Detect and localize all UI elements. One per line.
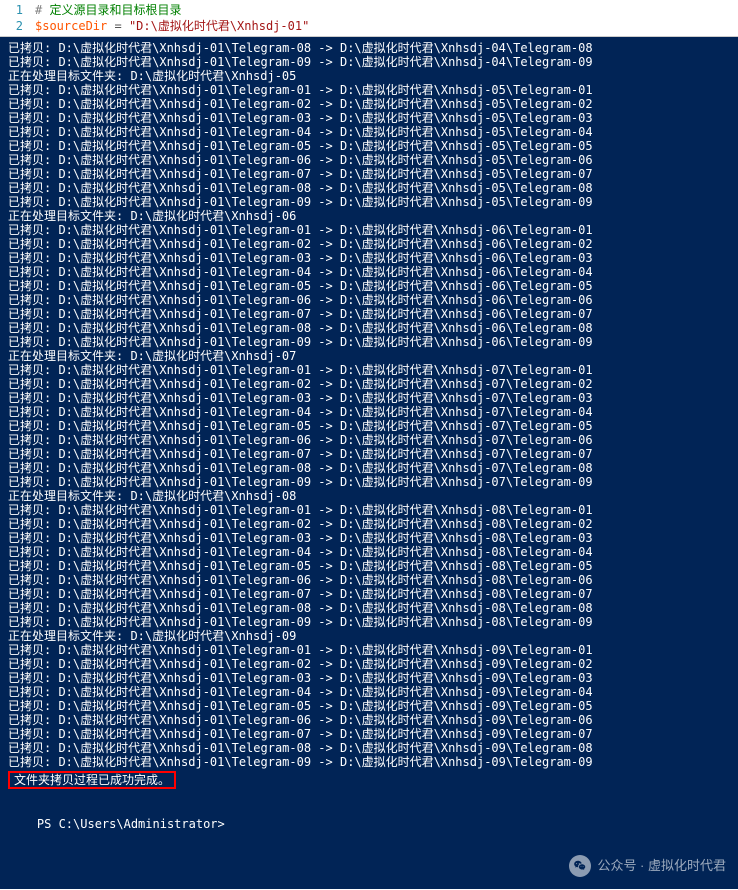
terminal-line: 正在处理目标文件夹: D:\虚拟化时代君\Xnhsdj-09 — [8, 629, 730, 643]
terminal-output-block: 已拷贝: D:\虚拟化时代君\Xnhsdj-01\Telegram-08 -> … — [8, 41, 730, 83]
prompt-line[interactable]: PS C:\Users\Administrator> — [8, 803, 730, 845]
terminal-line: 已拷贝: D:\虚拟化时代君\Xnhsdj-01\Telegram-07 -> … — [8, 307, 730, 321]
terminal-line: 已拷贝: D:\虚拟化时代君\Xnhsdj-01\Telegram-06 -> … — [8, 293, 730, 307]
terminal-line: 已拷贝: D:\虚拟化时代君\Xnhsdj-01\Telegram-05 -> … — [8, 279, 730, 293]
code-editor-pane[interactable]: 1 # 定义源目录和目标根目录 2 $sourceDir = "D:\虚拟化时代… — [0, 0, 738, 37]
watermark: 公众号 · 虚拟化时代君 — [569, 855, 726, 877]
terminal-line: 已拷贝: D:\虚拟化时代君\Xnhsdj-01\Telegram-05 -> … — [8, 419, 730, 433]
terminal-line: 正在处理目标文件夹: D:\虚拟化时代君\Xnhsdj-07 — [8, 349, 730, 363]
code-content: # 定义源目录和目标根目录 — [35, 2, 181, 18]
terminal-line: 已拷贝: D:\虚拟化时代君\Xnhsdj-01\Telegram-02 -> … — [8, 657, 730, 671]
terminal-line: 已拷贝: D:\虚拟化时代君\Xnhsdj-01\Telegram-04 -> … — [8, 685, 730, 699]
terminal-line: 已拷贝: D:\虚拟化时代君\Xnhsdj-01\Telegram-04 -> … — [8, 545, 730, 559]
terminal-line: 已拷贝: D:\虚拟化时代君\Xnhsdj-01\Telegram-06 -> … — [8, 573, 730, 587]
terminal-line: 已拷贝: D:\虚拟化时代君\Xnhsdj-01\Telegram-07 -> … — [8, 587, 730, 601]
terminal-line: 已拷贝: D:\虚拟化时代君\Xnhsdj-01\Telegram-02 -> … — [8, 237, 730, 251]
terminal-line: 已拷贝: D:\虚拟化时代君\Xnhsdj-01\Telegram-03 -> … — [8, 531, 730, 545]
completion-highlight: 文件夹拷贝过程已成功完成。 — [8, 771, 176, 789]
terminal-line: 已拷贝: D:\虚拟化时代君\Xnhsdj-01\Telegram-04 -> … — [8, 265, 730, 279]
terminal-line: 已拷贝: D:\虚拟化时代君\Xnhsdj-01\Telegram-08 -> … — [8, 601, 730, 615]
terminal-line: 已拷贝: D:\虚拟化时代君\Xnhsdj-01\Telegram-09 -> … — [8, 755, 730, 769]
code-line-1[interactable]: 1 # 定义源目录和目标根目录 — [0, 2, 738, 18]
terminal-line: 已拷贝: D:\虚拟化时代君\Xnhsdj-01\Telegram-01 -> … — [8, 503, 730, 517]
terminal-line: 已拷贝: D:\虚拟化时代君\Xnhsdj-01\Telegram-06 -> … — [8, 433, 730, 447]
terminal-line: 已拷贝: D:\虚拟化时代君\Xnhsdj-01\Telegram-05 -> … — [8, 699, 730, 713]
powershell-terminal[interactable]: 已拷贝: D:\虚拟化时代君\Xnhsdj-01\Telegram-08 -> … — [0, 37, 738, 889]
terminal-line: 已拷贝: D:\虚拟化时代君\Xnhsdj-01\Telegram-09 -> … — [8, 615, 730, 629]
terminal-line: 已拷贝: D:\虚拟化时代君\Xnhsdj-01\Telegram-09 -> … — [8, 335, 730, 349]
terminal-line: 已拷贝: D:\虚拟化时代君\Xnhsdj-01\Telegram-02 -> … — [8, 377, 730, 391]
terminal-line: 正在处理目标文件夹: D:\虚拟化时代君\Xnhsdj-06 — [8, 209, 730, 223]
terminal-output-block: 已拷贝: D:\虚拟化时代君\Xnhsdj-01\Telegram-01 -> … — [8, 643, 730, 769]
terminal-line: 已拷贝: D:\虚拟化时代君\Xnhsdj-01\Telegram-09 -> … — [8, 195, 730, 209]
code-content: $sourceDir = "D:\虚拟化时代君\Xnhsdj-01" — [35, 18, 309, 34]
terminal-line: 已拷贝: D:\虚拟化时代君\Xnhsdj-01\Telegram-03 -> … — [8, 671, 730, 685]
terminal-output-block: 已拷贝: D:\虚拟化时代君\Xnhsdj-01\Telegram-01 -> … — [8, 83, 730, 223]
terminal-line: 已拷贝: D:\虚拟化时代君\Xnhsdj-01\Telegram-08 -> … — [8, 461, 730, 475]
terminal-line: 已拷贝: D:\虚拟化时代君\Xnhsdj-01\Telegram-09 -> … — [8, 475, 730, 489]
terminal-output-block: 已拷贝: D:\虚拟化时代君\Xnhsdj-01\Telegram-01 -> … — [8, 503, 730, 643]
terminal-line: 已拷贝: D:\虚拟化时代君\Xnhsdj-01\Telegram-05 -> … — [8, 559, 730, 573]
terminal-line: 正在处理目标文件夹: D:\虚拟化时代君\Xnhsdj-05 — [8, 69, 730, 83]
terminal-line: 已拷贝: D:\虚拟化时代君\Xnhsdj-01\Telegram-01 -> … — [8, 83, 730, 97]
code-line-2[interactable]: 2 $sourceDir = "D:\虚拟化时代君\Xnhsdj-01" — [0, 18, 738, 34]
watermark-text: 公众号 · 虚拟化时代君 — [597, 859, 726, 873]
prompt-text: PS C:\Users\Administrator> — [37, 817, 232, 831]
terminal-line: 已拷贝: D:\虚拟化时代君\Xnhsdj-01\Telegram-01 -> … — [8, 223, 730, 237]
terminal-line: 已拷贝: D:\虚拟化时代君\Xnhsdj-01\Telegram-07 -> … — [8, 447, 730, 461]
line-number: 2 — [0, 18, 35, 34]
terminal-line: 已拷贝: D:\虚拟化时代君\Xnhsdj-01\Telegram-03 -> … — [8, 251, 730, 265]
terminal-line: 已拷贝: D:\虚拟化时代君\Xnhsdj-01\Telegram-08 -> … — [8, 741, 730, 755]
terminal-line: 已拷贝: D:\虚拟化时代君\Xnhsdj-01\Telegram-02 -> … — [8, 517, 730, 531]
terminal-line: 已拷贝: D:\虚拟化时代君\Xnhsdj-01\Telegram-07 -> … — [8, 727, 730, 741]
terminal-line: 已拷贝: D:\虚拟化时代君\Xnhsdj-01\Telegram-02 -> … — [8, 97, 730, 111]
terminal-line: 已拷贝: D:\虚拟化时代君\Xnhsdj-01\Telegram-09 -> … — [8, 55, 730, 69]
line-number: 1 — [0, 2, 35, 18]
terminal-line: 已拷贝: D:\虚拟化时代君\Xnhsdj-01\Telegram-06 -> … — [8, 153, 730, 167]
terminal-line: 已拷贝: D:\虚拟化时代君\Xnhsdj-01\Telegram-04 -> … — [8, 405, 730, 419]
terminal-line: 已拷贝: D:\虚拟化时代君\Xnhsdj-01\Telegram-03 -> … — [8, 391, 730, 405]
terminal-line: 已拷贝: D:\虚拟化时代君\Xnhsdj-01\Telegram-03 -> … — [8, 111, 730, 125]
wechat-icon — [569, 855, 591, 877]
terminal-line: 已拷贝: D:\虚拟化时代君\Xnhsdj-01\Telegram-01 -> … — [8, 363, 730, 377]
terminal-line: 已拷贝: D:\虚拟化时代君\Xnhsdj-01\Telegram-08 -> … — [8, 41, 730, 55]
terminal-output-block: 已拷贝: D:\虚拟化时代君\Xnhsdj-01\Telegram-01 -> … — [8, 223, 730, 363]
terminal-line: 已拷贝: D:\虚拟化时代君\Xnhsdj-01\Telegram-08 -> … — [8, 181, 730, 195]
terminal-line: 已拷贝: D:\虚拟化时代君\Xnhsdj-01\Telegram-07 -> … — [8, 167, 730, 181]
terminal-line: 已拷贝: D:\虚拟化时代君\Xnhsdj-01\Telegram-05 -> … — [8, 139, 730, 153]
terminal-line: 已拷贝: D:\虚拟化时代君\Xnhsdj-01\Telegram-08 -> … — [8, 321, 730, 335]
terminal-output-block: 已拷贝: D:\虚拟化时代君\Xnhsdj-01\Telegram-01 -> … — [8, 363, 730, 503]
terminal-line: 已拷贝: D:\虚拟化时代君\Xnhsdj-01\Telegram-04 -> … — [8, 125, 730, 139]
terminal-line: 已拷贝: D:\虚拟化时代君\Xnhsdj-01\Telegram-06 -> … — [8, 713, 730, 727]
completion-message: 文件夹拷贝过程已成功完成。 — [14, 773, 170, 787]
terminal-line: 正在处理目标文件夹: D:\虚拟化时代君\Xnhsdj-08 — [8, 489, 730, 503]
terminal-line: 已拷贝: D:\虚拟化时代君\Xnhsdj-01\Telegram-01 -> … — [8, 643, 730, 657]
